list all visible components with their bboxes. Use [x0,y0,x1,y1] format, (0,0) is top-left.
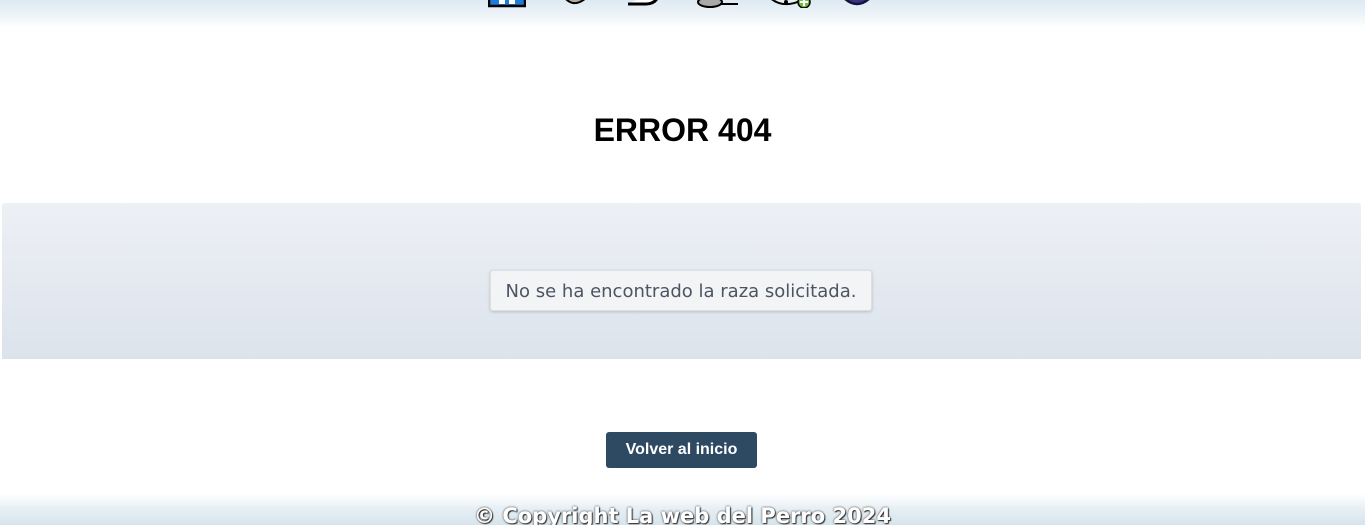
error-message: No se ha encontrado la raza solicitada. [490,270,872,311]
user-circle-icon[interactable] [838,0,876,8]
footer: © Copyright La web del Perro 2024 [0,494,1365,525]
shoe-icon[interactable] [696,0,740,8]
top-navigation [0,0,1365,28]
error-title: ERROR 404 [593,112,772,148]
copyright-text: © Copyright La web del Perro 2024 [474,504,891,525]
message-section: No se ha encontrado la raza solicitada. [2,203,1361,359]
paw-add-icon[interactable] [766,0,814,8]
home-button[interactable]: Volver al inicio [606,432,757,468]
dog-head-icon[interactable] [624,0,664,8]
page: ERROR 404 No se ha encontrado la raza so… [0,0,1365,525]
dog-icon[interactable] [560,0,590,8]
book-icon[interactable] [488,0,526,8]
